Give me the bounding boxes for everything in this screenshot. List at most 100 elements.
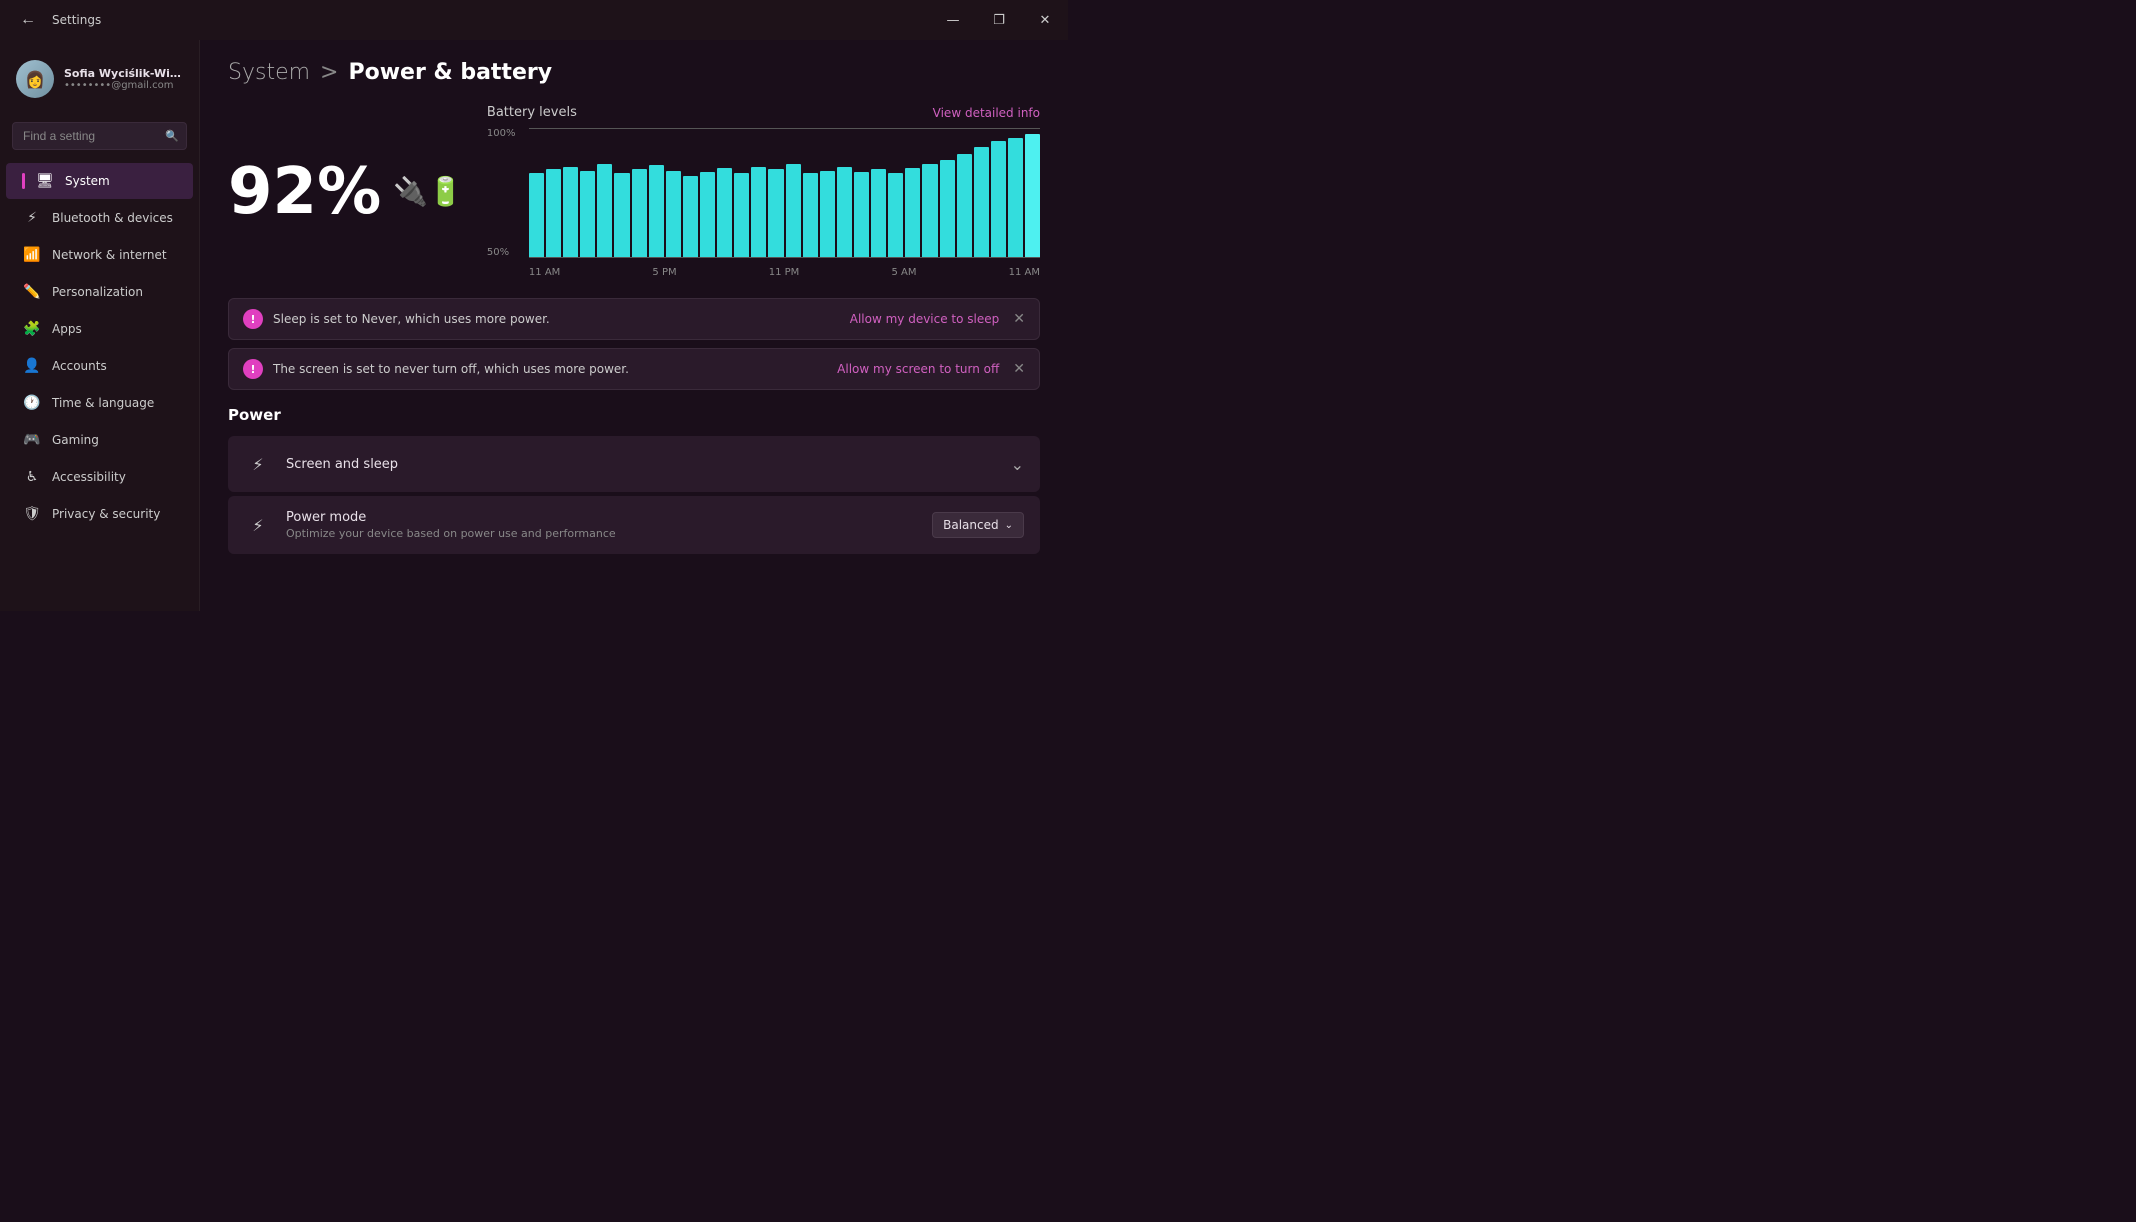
nav-label-privacy: Privacy & security xyxy=(52,507,160,521)
chart-x-label: 11 AM xyxy=(1009,267,1040,278)
nav-label-accounts: Accounts xyxy=(52,359,107,373)
nav-label-accessibility: Accessibility xyxy=(52,470,126,484)
breadcrumb-separator: > xyxy=(320,60,338,85)
chart-bar xyxy=(888,173,903,257)
titlebar-controls: — ❐ ✕ xyxy=(930,0,1068,40)
notification-sleep: ! Sleep is set to Never, which uses more… xyxy=(228,298,1040,340)
notif-close-sleep[interactable]: ✕ xyxy=(1013,311,1025,327)
nav-icon-network: 📶 xyxy=(22,245,42,265)
chart-bar xyxy=(991,141,1006,257)
nav-label-network: Network & internet xyxy=(52,248,167,262)
chart-bar xyxy=(717,168,732,257)
chart-x-label: 11 PM xyxy=(769,267,800,278)
search-input[interactable] xyxy=(12,122,187,150)
sidebar-item-accessibility[interactable]: ♿ Accessibility xyxy=(6,459,193,495)
user-email: ••••••••@gmail.com xyxy=(64,80,183,91)
chart-bar xyxy=(803,173,818,257)
sidebar-item-accounts[interactable]: 👤 Accounts xyxy=(6,348,193,384)
nav-icon-apps: 🧩 xyxy=(22,319,42,339)
chart-bar xyxy=(974,147,989,257)
nav-icon-privacy: 🛡 xyxy=(22,504,42,524)
sidebar-item-network[interactable]: 📶 Network & internet xyxy=(6,237,193,273)
chart-bar xyxy=(871,169,886,257)
chart-bar xyxy=(529,173,544,257)
breadcrumb-current: Power & battery xyxy=(348,60,552,85)
setting-icon-screen-sleep: ⚡ xyxy=(244,450,272,478)
chart-bar xyxy=(563,167,578,257)
chart-x-labels: 11 AM5 PM11 PM5 AM11 AM xyxy=(529,267,1040,278)
notif-icon-sleep: ! xyxy=(243,309,263,329)
chart-bar xyxy=(632,169,647,257)
setting-icon-power-mode: ⚡ xyxy=(244,511,272,539)
view-detailed-link[interactable]: View detailed info xyxy=(933,106,1040,120)
dropdown-chevron-icon: ⌄ xyxy=(1005,520,1013,531)
power-item-screen-sleep[interactable]: ⚡ Screen and sleep ⌄ xyxy=(228,436,1040,492)
chart-bars xyxy=(529,128,1040,258)
setting-right-screen-sleep: ⌄ xyxy=(1011,455,1024,474)
chart-bar xyxy=(922,164,937,257)
sidebar-item-personalization[interactable]: ✏️ Personalization xyxy=(6,274,193,310)
sidebar-item-apps[interactable]: 🧩 Apps xyxy=(6,311,193,347)
chart-bar xyxy=(700,172,715,257)
nav-icon-bluetooth: ⚡ xyxy=(22,208,42,228)
chevron-down-icon: ⌄ xyxy=(1011,455,1024,474)
minimize-button[interactable]: — xyxy=(930,0,976,40)
nav-icon-time: 🕐 xyxy=(22,393,42,413)
battery-chart-header: Battery levels View detailed info xyxy=(487,105,1040,120)
chart-y-100: 100% xyxy=(487,128,516,139)
chart-bar xyxy=(1008,138,1023,257)
chart-bar xyxy=(683,176,698,257)
chart-bar xyxy=(905,168,920,257)
sidebar: 👩 Sofia Wyciślik-Wilson ••••••••@gmail.c… xyxy=(0,40,200,611)
nav-icon-accessibility: ♿ xyxy=(22,467,42,487)
nav-label-system: System xyxy=(65,174,110,188)
settings-window: ← Settings — ❐ ✕ 👩 Sofia Wyciślik-Wilson… xyxy=(0,0,1068,611)
close-button[interactable]: ✕ xyxy=(1022,0,1068,40)
active-indicator xyxy=(22,173,25,189)
notif-icon-screen: ! xyxy=(243,359,263,379)
battery-percent-value: 92% xyxy=(228,160,381,224)
nav-label-apps: Apps xyxy=(52,322,82,336)
setting-label-power-mode: Power mode xyxy=(286,510,932,525)
breadcrumb-parent[interactable]: System xyxy=(228,60,310,85)
nav-icon-gaming: 🎮 xyxy=(22,430,42,450)
notification-screen: ! The screen is set to never turn off, w… xyxy=(228,348,1040,390)
power-mode-dropdown[interactable]: Balanced ⌄ xyxy=(932,512,1024,538)
notif-close-screen[interactable]: ✕ xyxy=(1013,361,1025,377)
sidebar-item-gaming[interactable]: 🎮 Gaming xyxy=(6,422,193,458)
notif-action-screen[interactable]: Allow my screen to turn off xyxy=(837,362,999,376)
setting-sub-power-mode: Optimize your device based on power use … xyxy=(286,527,932,540)
back-button[interactable]: ← xyxy=(12,7,44,33)
titlebar: ← Settings — ❐ ✕ xyxy=(0,0,1068,40)
notif-action-sleep[interactable]: Allow my device to sleep xyxy=(850,312,1000,326)
titlebar-title: Settings xyxy=(52,13,101,27)
chart-y-50: 50% xyxy=(487,247,516,258)
chart-bar xyxy=(580,171,595,257)
chart-bar xyxy=(751,167,766,257)
battery-chart-section: Battery levels View detailed info 100% 5… xyxy=(487,105,1040,278)
sidebar-item-privacy[interactable]: 🛡 Privacy & security xyxy=(6,496,193,532)
chart-bar xyxy=(734,173,749,257)
avatar: 👩 xyxy=(16,60,54,98)
search-icon: 🔍 xyxy=(165,130,179,143)
chart-bar xyxy=(940,160,955,257)
main-content: 👩 Sofia Wyciślik-Wilson ••••••••@gmail.c… xyxy=(0,40,1068,611)
search-box: 🔍 xyxy=(12,122,187,150)
chart-bar xyxy=(820,171,835,257)
sidebar-item-time[interactable]: 🕐 Time & language xyxy=(6,385,193,421)
user-section[interactable]: 👩 Sofia Wyciślik-Wilson ••••••••@gmail.c… xyxy=(0,48,199,110)
setting-label-screen-sleep: Screen and sleep xyxy=(286,457,1011,472)
chart-bar xyxy=(666,171,681,257)
nav-label-personalization: Personalization xyxy=(52,285,143,299)
chart-bar xyxy=(957,154,972,257)
sidebar-item-bluetooth[interactable]: ⚡ Bluetooth & devices xyxy=(6,200,193,236)
power-section: Power ⚡ Screen and sleep ⌄ ⚡ Power mode … xyxy=(228,406,1040,554)
maximize-button[interactable]: ❐ xyxy=(976,0,1022,40)
chart-bar xyxy=(649,165,664,257)
main-panel: System > Power & battery 92% 🔌🔋 Battery … xyxy=(200,40,1068,611)
chart-bar xyxy=(614,173,629,257)
battery-display: 92% 🔌🔋 xyxy=(228,160,463,224)
sidebar-item-system[interactable]: 🖥 System xyxy=(6,163,193,199)
chart-y-labels: 100% 50% xyxy=(487,128,516,278)
power-item-power-mode[interactable]: ⚡ Power mode Optimize your device based … xyxy=(228,496,1040,554)
